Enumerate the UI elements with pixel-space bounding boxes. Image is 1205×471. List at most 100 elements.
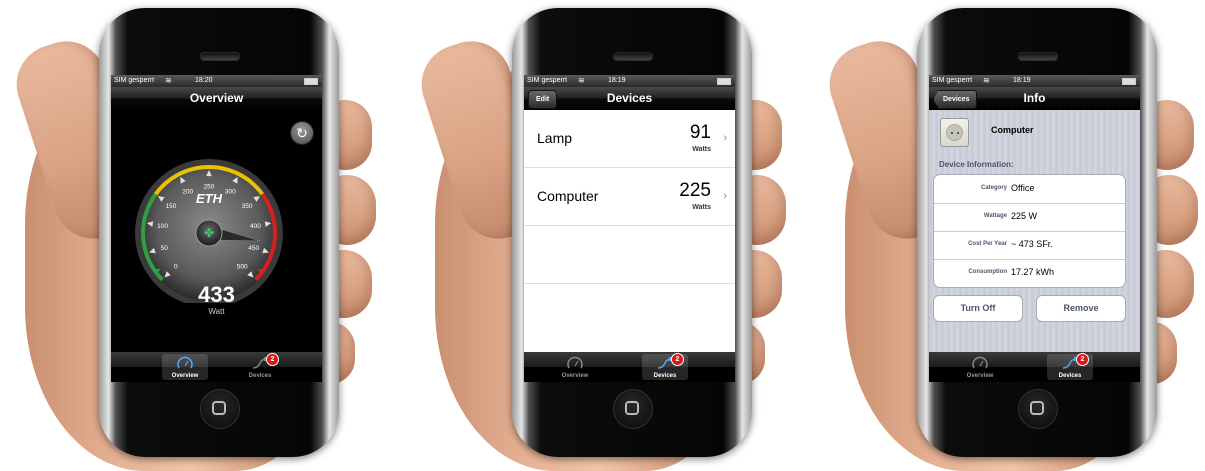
tab-devices[interactable]: 2 Devices — [642, 353, 688, 380]
status-bar: SIM gesperrt ≋ 18:19 — [524, 75, 735, 87]
edit-button[interactable]: Edit — [528, 90, 558, 109]
nav-bar: Overview — [111, 87, 322, 110]
device-row-lamp[interactable]: Lamp 91 Watts › — [524, 110, 735, 168]
info-row-cost: Cost Per Year ~ 473 SFr. — [934, 231, 1125, 260]
tab-bar: Overview 2 Devices — [929, 352, 1140, 382]
notification-badge: 2 — [1076, 353, 1089, 366]
clock: 18:19 — [608, 77, 626, 84]
section-header: Device Information: — [939, 160, 1014, 169]
field-value: 225 W — [1011, 211, 1038, 221]
info-row-consumption: Consumption 17.27 kWh — [934, 259, 1125, 287]
earpiece-speaker — [200, 52, 240, 61]
speedometer-icon — [177, 356, 193, 369]
tab-label: Overview — [561, 373, 589, 379]
tab-label: Devices — [248, 373, 272, 379]
fan-icon: ✤ — [204, 226, 214, 240]
gauge-tick-label: 150 — [166, 203, 177, 210]
gauge-tick-label: 450 — [248, 245, 259, 252]
nav-bar: Edit Devices — [524, 87, 735, 110]
tab-overview[interactable]: Overview — [957, 354, 1003, 380]
gauge-tick-label: 300 — [225, 189, 236, 196]
eth-logo: ETH — [196, 191, 223, 206]
clock: 18:19 — [1013, 77, 1031, 84]
speedometer-icon — [972, 356, 988, 369]
tab-bar: Overview 2 Devices — [111, 352, 322, 382]
gauge-tick-label: 400 — [250, 223, 261, 230]
field-label: Category — [980, 185, 1007, 191]
device-row-computer[interactable]: Computer 225 Watts › — [524, 168, 735, 226]
wifi-icon: ≋ — [983, 76, 990, 85]
info-row-wattage: Wattage 225 W — [934, 203, 1125, 232]
tab-label: Devices — [1058, 373, 1082, 379]
info-row-category: Category Office — [934, 175, 1125, 204]
field-value: 17.27 kWh — [1011, 267, 1055, 277]
phone-info: SIM gesperrt ≋ 18:19 Devices Info Comput… — [917, 8, 1157, 457]
notification-badge: 2 — [671, 353, 684, 366]
overview-screen: SIM gesperrt ≋ 18:20 Overview ↻ 0 50 100 — [111, 75, 322, 382]
tab-label: Overview — [171, 373, 199, 379]
power-gauge: 0 50 100 150 200 250 300 350 400 450 500 ETH ✤ — [135, 159, 283, 303]
status-bar: SIM gesperrt ≋ 18:20 — [111, 75, 322, 87]
tab-overview[interactable]: Overview — [552, 354, 598, 380]
device-unit: Watts — [692, 146, 711, 153]
wifi-icon: ≋ — [578, 76, 585, 85]
carrier-label: SIM gesperrt — [527, 77, 568, 84]
carrier-label: SIM gesperrt — [932, 77, 973, 84]
device-unit: Watts — [692, 204, 711, 211]
tab-devices[interactable]: 2 Devices — [237, 353, 283, 380]
gauge-tick-label: 100 — [157, 223, 168, 230]
speedometer-icon — [567, 356, 583, 369]
clock: 18:20 — [195, 77, 213, 84]
gauge-tick-label: 0 — [174, 264, 178, 271]
refresh-icon: ↻ — [296, 125, 308, 141]
home-button[interactable] — [613, 389, 653, 429]
gauge-tick-label: 250 — [204, 184, 215, 191]
field-value: ~ 473 SFr. — [1011, 239, 1053, 249]
field-label: Cost Per Year — [968, 241, 1007, 247]
phone-overview: SIM gesperrt ≋ 18:20 Overview ↻ 0 50 100 — [99, 8, 339, 457]
device-name: Computer — [537, 188, 599, 204]
earpiece-speaker — [1018, 52, 1058, 61]
tab-bar: Overview 2 Devices — [524, 352, 735, 382]
gauge-tick-label: 50 — [161, 245, 169, 252]
battery-icon — [717, 78, 731, 85]
refresh-button[interactable]: ↻ — [290, 121, 314, 145]
page-title: Devices — [606, 91, 653, 105]
home-button[interactable] — [1018, 389, 1058, 429]
battery-icon — [304, 78, 318, 85]
back-button[interactable]: Devices — [933, 90, 978, 109]
field-value: Office — [1011, 183, 1035, 193]
battery-icon — [1122, 78, 1136, 85]
gauge-tick-label: 200 — [182, 189, 193, 196]
tab-overview[interactable]: Overview — [162, 354, 208, 380]
device-watts: 91 — [689, 122, 711, 143]
home-button[interactable] — [200, 389, 240, 429]
turn-off-button[interactable]: Turn Off — [933, 295, 1023, 322]
nav-bar: Devices Info — [929, 87, 1140, 110]
chevron-right-icon: › — [723, 132, 727, 144]
power-unit: Watt — [208, 307, 225, 316]
tab-devices[interactable]: 2 Devices — [1047, 353, 1093, 380]
carrier-label: SIM gesperrt — [114, 77, 155, 84]
device-list: Lamp 91 Watts › Computer 225 Watts › — [524, 110, 735, 352]
field-label: Wattage — [983, 213, 1007, 219]
info-content: Computer Device Information: Category Of… — [929, 110, 1140, 352]
tab-label: Devices — [653, 373, 677, 379]
tab-label: Overview — [966, 373, 994, 379]
wifi-icon: ≋ — [165, 76, 172, 85]
phone-devices: SIM gesperrt ≋ 18:19 Edit Devices Lamp 9… — [512, 8, 752, 457]
power-value: 433 — [198, 282, 235, 307]
empty-row — [524, 284, 735, 341]
chevron-right-icon: › — [723, 190, 727, 202]
status-bar: SIM gesperrt ≋ 18:19 — [929, 75, 1140, 87]
remove-button[interactable]: Remove — [1036, 295, 1126, 322]
gauge-tick-label: 500 — [237, 264, 248, 271]
device-watts: 225 — [679, 180, 711, 201]
notification-badge: 2 — [266, 353, 279, 366]
earpiece-speaker — [613, 52, 653, 61]
gauge-tick-label: 350 — [242, 203, 253, 210]
field-label: Consumption — [968, 269, 1007, 275]
device-info-group: Category Office Wattage 225 W Cost Per Y… — [933, 174, 1126, 288]
empty-row — [524, 226, 735, 284]
device-name: Lamp — [537, 130, 573, 146]
